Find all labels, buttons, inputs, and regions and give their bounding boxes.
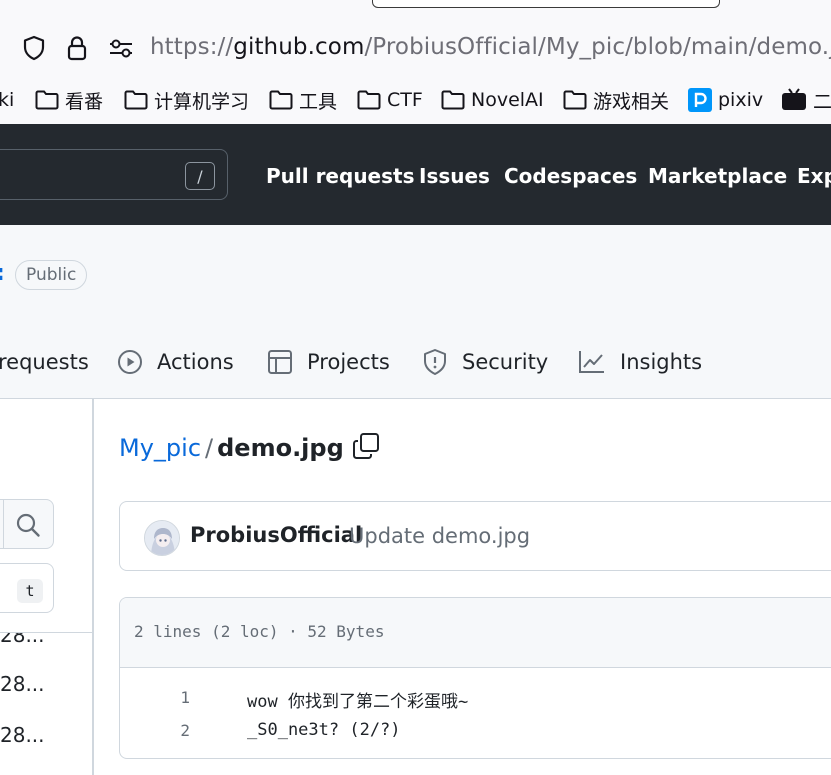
nav-codespaces[interactable]: Codespaces <box>504 162 637 190</box>
folder-icon <box>124 90 148 110</box>
filter-shortcut-key: t <box>17 579 43 603</box>
bookmark-folder[interactable]: NovelAI <box>441 86 544 114</box>
nav-pull-requests[interactable]: Pull requests <box>266 162 415 190</box>
bookmark-label: 看番 <box>65 90 104 113</box>
url-path: /ProbiusOfficial/My_pic/blob/main/demo.j… <box>364 34 831 60</box>
bookmark-label: 游戏相关 <box>593 90 670 113</box>
graph-icon <box>579 351 604 373</box>
file-header: 2 lines (2 loc) · 52 Bytes <box>120 598 831 668</box>
tab-projects[interactable]: Projects <box>267 345 390 379</box>
bilibili-tv-icon <box>782 88 806 110</box>
address-bar[interactable]: https://github.com/ProbiusOfficial/My_pi… <box>0 22 831 72</box>
bookmark-folder[interactable]: 工具 <box>269 86 337 114</box>
folder-icon <box>269 90 293 110</box>
tab-security[interactable]: Security <box>422 345 548 379</box>
breadcrumb-repo-link[interactable]: My_pic <box>119 434 201 462</box>
bookmark-folder[interactable]: 计算机学习 <box>124 86 249 114</box>
commit-author[interactable]: ProbiusOfficial <box>190 523 362 547</box>
bookmark-label: CTF <box>387 89 423 111</box>
folder-icon <box>441 90 465 110</box>
avatar[interactable] <box>144 520 180 556</box>
code-line: _S0_ne3t? (2/?) <box>247 720 401 740</box>
tree-item[interactable]: 28... <box>0 672 45 696</box>
divider <box>3 500 4 548</box>
bookmark-folder[interactable]: CTF <box>357 86 423 114</box>
browser-chrome: https://github.com/ProbiusOfficial/My_pi… <box>0 0 831 124</box>
tracking-protection-shield-icon[interactable] <box>20 34 48 62</box>
bookmark-item[interactable]: pixiv <box>688 86 763 114</box>
breadcrumb: My_pic / demo.jpg <box>119 433 344 463</box>
url-host: github.com <box>233 34 365 60</box>
global-search-input[interactable]: / <box>0 149 228 200</box>
play-circle-icon <box>118 350 142 374</box>
repo-name-tail[interactable]: : <box>0 261 5 286</box>
visibility-badge: Public <box>15 260 88 290</box>
github-header: / Pull requests Issues Codespaces Market… <box>0 124 831 225</box>
lock-icon[interactable] <box>63 34 91 62</box>
folder-icon <box>357 90 381 110</box>
bookmark-folder[interactable]: 看番 <box>35 86 103 114</box>
pixiv-icon <box>688 88 712 112</box>
url-text[interactable]: https://github.com/ProbiusOfficial/My_pi… <box>150 32 831 62</box>
shield-icon <box>424 349 446 375</box>
nav-issues[interactable]: Issues <box>419 162 490 190</box>
bookmark-label: pixiv <box>718 89 764 111</box>
breadcrumb-separator: / <box>205 434 214 462</box>
go-to-file-input[interactable]: t <box>0 563 54 613</box>
repo-header: : Public requests Actions Projects Secur… <box>0 225 831 399</box>
nav-explore[interactable]: Exp <box>797 162 831 190</box>
nav-marketplace[interactable]: Marketplace <box>648 162 787 190</box>
folder-icon <box>563 90 587 110</box>
tab-label: requests <box>0 350 89 374</box>
bookmark-label: 工具 <box>299 90 338 113</box>
latest-commit-box: ProbiusOfficial Update demo.jpg <box>119 501 831 571</box>
tab-pull-requests[interactable]: requests <box>0 345 89 379</box>
file-viewer: 2 lines (2 loc) · 52 Bytes 1 wow 你找到了第二个… <box>119 597 831 759</box>
breadcrumb-file-name: demo.jpg <box>217 434 344 462</box>
commit-message[interactable]: Update demo.jpg <box>349 524 530 548</box>
tab-label: Actions <box>157 350 234 374</box>
site-permissions-icon[interactable] <box>107 34 135 62</box>
dropdown-popup-edge <box>372 0 720 8</box>
bookmarks-toolbar: ki 看番 计算机学习 工具 CTF NovelAI 游戏相关 pixiv 二 <box>0 82 831 118</box>
bookmark-label: ki <box>0 89 15 111</box>
bookmark-label: 二 <box>813 90 831 113</box>
table-icon <box>268 350 292 374</box>
tab-label: Projects <box>307 350 390 374</box>
tab-label: Insights <box>620 350 703 374</box>
copy-path-icon[interactable] <box>352 432 380 460</box>
bookmark-item[interactable]: ki <box>0 86 14 114</box>
folder-icon <box>35 90 59 110</box>
url-prefix: https:// <box>150 34 234 60</box>
search-shortcut-key: / <box>185 162 215 190</box>
tab-label: Security <box>462 350 549 374</box>
search-icon <box>16 513 40 537</box>
file-meta: 2 lines (2 loc) · 52 Bytes <box>134 622 385 641</box>
file-tree-search-button[interactable] <box>0 499 54 549</box>
line-number[interactable]: 1 <box>160 688 190 707</box>
bookmark-item[interactable]: 二 <box>781 86 831 114</box>
bookmark-folder[interactable]: 游戏相关 <box>563 86 669 114</box>
tab-actions[interactable]: Actions <box>117 345 234 379</box>
bookmark-label: NovelAI <box>471 89 544 111</box>
tree-item[interactable]: 28... <box>0 723 45 747</box>
tree-item[interactable]: 28... <box>0 633 45 647</box>
line-number[interactable]: 2 <box>160 721 190 740</box>
divider <box>0 632 92 633</box>
file-tree-panel: t 28... 28... 28... <box>0 399 94 775</box>
code-line: wow 你找到了第二个彩蛋哦~ <box>247 692 469 712</box>
tab-insights[interactable]: Insights <box>578 345 702 379</box>
bookmark-label: 计算机学习 <box>154 90 250 113</box>
